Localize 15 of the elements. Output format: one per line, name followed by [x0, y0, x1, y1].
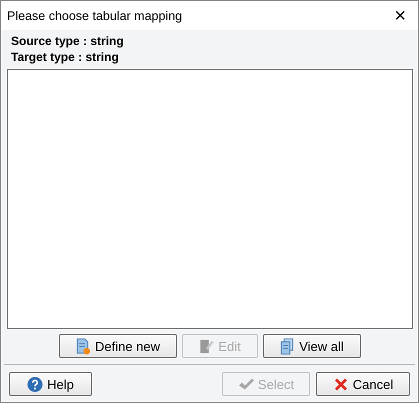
type-label: Target type : string [11, 50, 120, 64]
window-title: Please choose tabular mapping [7, 8, 182, 22]
type-label: Source type : string [11, 34, 125, 48]
close-button[interactable]: × [388, 6, 412, 26]
help-icon [27, 376, 44, 392]
viewall-button[interactable]: View all [262, 334, 360, 358]
mapping-list[interactable] [7, 69, 413, 329]
cross-icon [332, 376, 349, 392]
checkmark-icon [238, 376, 254, 392]
cancel-button[interactable]: Cancel [316, 372, 410, 396]
new-button[interactable]: Define new [58, 334, 176, 358]
pencil-document-icon [198, 338, 214, 354]
help-button[interactable]: Help [9, 372, 92, 396]
documents-icon [279, 338, 296, 354]
document-plus-icon [74, 338, 91, 354]
